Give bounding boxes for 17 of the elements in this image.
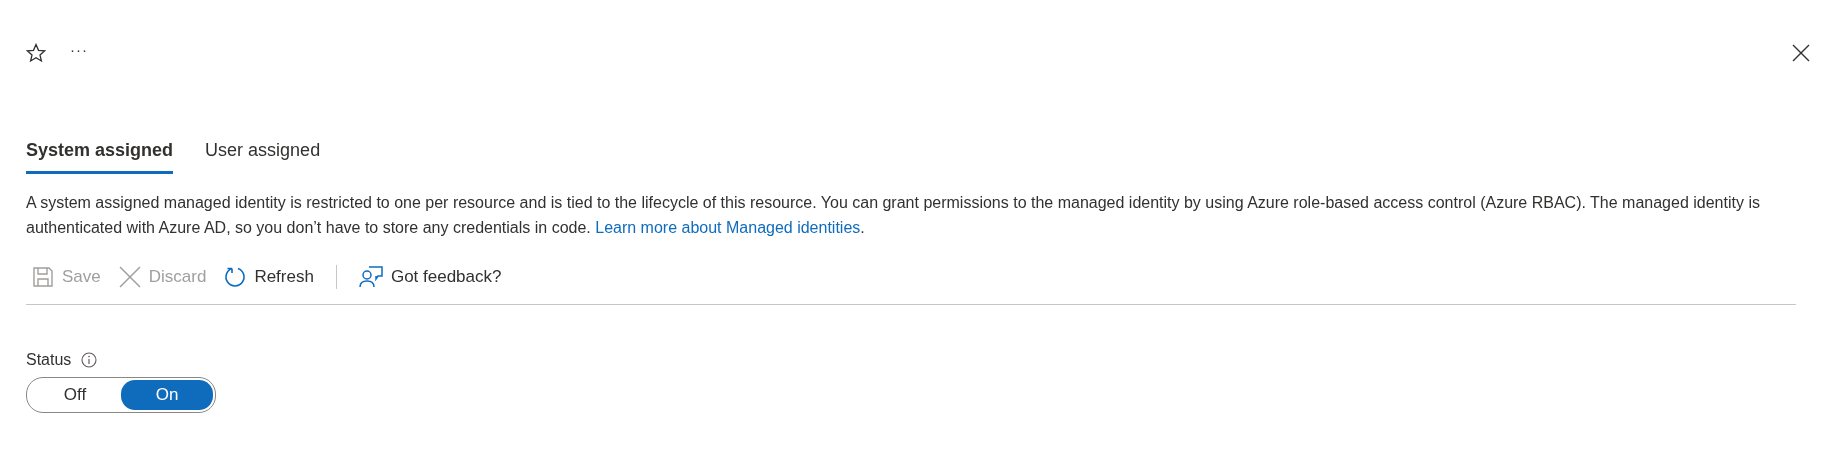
save-icon (32, 266, 54, 288)
feedback-button[interactable]: Got feedback? (352, 262, 508, 292)
close-icon[interactable] (1792, 44, 1810, 62)
close-icon (118, 266, 141, 288)
tab[interactable]: System assigned (26, 134, 174, 174)
tab[interactable]: User assigned (205, 134, 321, 174)
toggle-option[interactable]: Off (29, 380, 121, 410)
toggle-option[interactable]: On (121, 380, 213, 410)
star-icon[interactable] (26, 43, 46, 63)
info-icon[interactable] (81, 352, 98, 368)
refresh-button[interactable]: Refresh (218, 262, 320, 292)
more-button[interactable]: ··· (70, 40, 88, 66)
status-label: Status (26, 351, 72, 369)
description-text: A system assigned managed identity is restricted to one per resource and is tied to the lifecycle of this resource. You can grant permissions to the managed identity by using Azure role-based access control (Azure RBAC). The managed identity is authenticated with Azure AD, so you don’t have to store any credentials in code. Learn more about Managed identities. (26, 193, 1761, 238)
refresh-icon (224, 266, 247, 288)
learn-more-link[interactable]: Learn more about Managed identities (595, 219, 861, 236)
feedback-icon (358, 266, 383, 288)
